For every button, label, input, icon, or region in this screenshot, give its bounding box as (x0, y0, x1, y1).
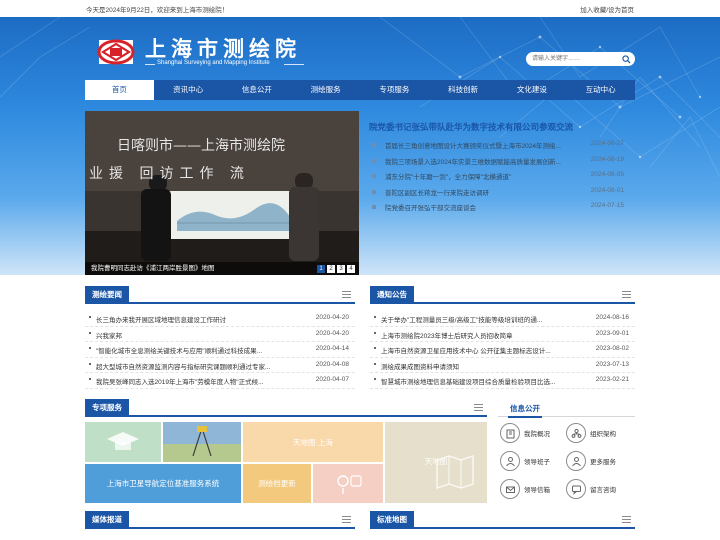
nav-info-public[interactable]: 信息公开 (223, 80, 292, 100)
notices-title[interactable]: 通知公告 (370, 286, 414, 304)
list-item[interactable]: 关于举办"工程测量员三级/高级工"技能等级培训班的通... 2024-08-16 (370, 311, 635, 327)
org-chart-icon (566, 423, 586, 443)
slide-page-3[interactable]: 3 (337, 265, 345, 273)
institute-logo[interactable] (95, 38, 137, 66)
site-name-cn: 上海市测绘院 (145, 36, 301, 61)
list-item[interactable]: 浦东分院"十年磨一剑"，全力保障"北横通道" 2024-08-05 (370, 171, 635, 187)
survey-news-list: 长三角办来我开展区域地理信息建设工作研讨 2020-04-20 兴我家邦 2020-… (85, 311, 355, 389)
person-icon (566, 451, 586, 471)
map-icon (436, 455, 474, 489)
nav-home[interactable]: 首页 (85, 80, 154, 100)
more-icon[interactable] (622, 291, 631, 298)
survey-news-title[interactable]: 测绘要闻 (85, 286, 129, 304)
list-item[interactable]: 测绘成果成图资料申请须知 2023-07-13 (370, 358, 635, 373)
nav-special-service[interactable]: 专项服务 (360, 80, 429, 100)
standard-map-title[interactable]: 标准地图 (370, 511, 414, 529)
info-item-leaders[interactable]: 领导班子 (500, 451, 550, 471)
list-item[interactable]: 首届长三角创意地图设计大赛颁奖仪式暨上海市2024年测绘... 2024-08-2… (370, 140, 635, 156)
top-bar: 今天是2024年9月22日，欢迎来到上海市测绘院！ 加入收藏/设为首页 (0, 0, 720, 17)
tile-map-shanghai[interactable]: 天地图·上海 (243, 422, 383, 462)
info-item-org[interactable]: 组织架构 (566, 423, 616, 443)
survey-photo (163, 422, 241, 462)
info-item-more[interactable]: 更多服务 (566, 451, 616, 471)
notices-list: 关于举办"工程测量员三级/高级工"技能等级培训班的通... 2024-08-16 … (370, 311, 635, 389)
list-item[interactable]: 兴我家邦 2020-04-20 (85, 327, 355, 342)
top-links: 加入收藏/设为首页 (580, 4, 634, 14)
greeting-text: 今天是2024年9月22日，欢迎来到上海市测绘院！ (86, 7, 229, 14)
slide-pager: 1 2 3 4 (317, 265, 355, 273)
tile-map-china[interactable]: 天地图 (385, 422, 487, 503)
search-input[interactable] (532, 54, 616, 64)
special-services-header: 专项服务 (85, 399, 487, 417)
person-icon (500, 451, 520, 471)
more-icon[interactable] (342, 291, 351, 298)
search-box (526, 52, 635, 66)
survey-news-header: 测绘要闻 (85, 286, 355, 304)
building-icon (500, 423, 520, 443)
graduation-cap-icon (107, 432, 139, 450)
divider-left (145, 64, 155, 65)
list-item[interactable]: 超大型城市自然资源监测内容与指标研究课题顺利通过专家... 2020-04-08 (85, 358, 355, 373)
tile-survey-photo[interactable] (163, 422, 241, 462)
list-item[interactable]: 长三角办来我开展区域地理信息建设工作研讨 2020-04-20 (85, 311, 355, 327)
mapping-update-label: 测绘档更新 (258, 479, 296, 488)
chat-icon (566, 479, 586, 499)
mail-icon (500, 479, 520, 499)
more-icon[interactable] (474, 404, 483, 411)
add-favorite-link[interactable]: 加入收藏 (580, 7, 606, 14)
list-item[interactable]: "智能化城市全息测绘关键技术与应用"顺利通过科技成果... 2020-04-14 (85, 342, 355, 358)
list-item[interactable]: 上海市测绘院2023年博士后研究人员招收简章 2023-09-01 (370, 327, 635, 342)
news-slideshow[interactable]: 日喀则市——上海市测绘院 业援 回访工作 流 我院曹明同志赴访《浦江两岸胜景图》… (85, 111, 359, 275)
more-icon[interactable] (342, 516, 351, 523)
slide-banner-text-2: 业援 回访工作 流 (89, 166, 250, 182)
slide-page-1[interactable]: 1 (317, 265, 325, 273)
more-icon[interactable] (622, 516, 631, 523)
info-item-consult[interactable]: 留言咨询 (566, 479, 616, 499)
main-nav: 首页 资讯中心 信息公开 测绘服务 专项服务 科技创新 文化建设 互动中心 (85, 80, 635, 100)
nav-news-center[interactable]: 资讯中心 (154, 80, 223, 100)
tile-location[interactable] (313, 464, 383, 503)
standard-map-header: 标准地图 (370, 511, 635, 529)
list-item[interactable]: 上海市自然资源卫星应用技术中心 公开征集主题标志设计... 2023-08-02 (370, 342, 635, 358)
nav-culture[interactable]: 文化建设 (498, 80, 567, 100)
map-shanghai-label: 天地图·上海 (293, 438, 333, 447)
nav-survey-service[interactable]: 测绘服务 (291, 80, 360, 100)
divider-right (284, 64, 304, 65)
list-item[interactable]: 我院三项场景入选2024年实景三维数据赋能高质量发展创新... 2024-08-1… (370, 156, 635, 172)
search-icon[interactable] (622, 55, 631, 64)
tile-education[interactable] (85, 422, 161, 462)
satellite-service-label: 上海市卫星导航定位基准服务系统 (106, 479, 220, 488)
headline-list: 首届长三角创意地图设计大赛颁奖仪式暨上海市2024年测绘... 2024-08-2… (370, 140, 635, 218)
tile-mapping-update[interactable]: 测绘档更新 (243, 464, 311, 503)
info-public-header: 信息公开 (498, 399, 635, 418)
site-name-en: Shanghai Surveying and Mapping Institute (157, 60, 270, 66)
slide-page-4[interactable]: 4 (347, 265, 355, 273)
list-item[interactable]: 智慧城市测绘地理信息基础建设项目综合质量检验项目比选... 2023-02-21 (370, 373, 635, 389)
list-item[interactable]: 普陀区副区长蒋龙一行来院走访调研 2024-08-01 (370, 187, 635, 203)
media-header: 媒体报道 (85, 511, 355, 529)
nav-tech-innovation[interactable]: 科技创新 (429, 80, 498, 100)
info-item-overview[interactable]: 我院概况 (500, 423, 550, 443)
slide-page-2[interactable]: 2 (327, 265, 335, 273)
list-item[interactable]: 我院吴张峰同志入选2019年上海市"劳模年度人物"正式候... 2020-04-0… (85, 373, 355, 389)
nav-interaction[interactable]: 互动中心 (566, 80, 635, 100)
media-title[interactable]: 媒体报道 (85, 511, 129, 529)
list-item[interactable]: 院党委召开张弘干部交流座谈会 2024-07-15 (370, 202, 635, 218)
info-item-mailbox[interactable]: 领导信箱 (500, 479, 550, 499)
headline-title[interactable]: 院党委书记张弘带队赴华为数字技术有限公司参观交流 (369, 121, 635, 133)
slide-banner-text-1: 日喀则市——上海市测绘院 (117, 138, 285, 154)
notices-header: 通知公告 (370, 286, 635, 304)
location-pin-icon (337, 475, 362, 494)
info-public-title[interactable]: 信息公开 (508, 400, 542, 418)
set-homepage-link[interactable]: 设为首页 (608, 7, 634, 14)
special-services-title[interactable]: 专项服务 (85, 399, 129, 417)
tile-satellite-service[interactable]: 上海市卫星导航定位基准服务系统 (85, 464, 241, 503)
service-tiles: 天地图·上海 天地图 上海市卫星导航定位基准服务系统 测绘档更新 (85, 422, 487, 503)
